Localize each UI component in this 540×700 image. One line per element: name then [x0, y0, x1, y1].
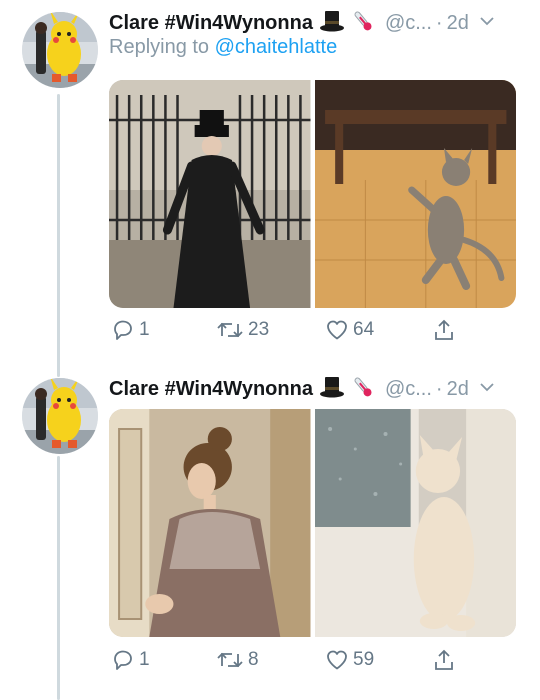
photo-victorian-figure-top-hat — [109, 80, 311, 308]
retweet-icon — [217, 652, 243, 668]
top-hat-icon — [319, 375, 345, 404]
reply-mention-link[interactable]: @chaitehlatte — [215, 36, 338, 58]
media-photo[interactable] — [109, 409, 311, 637]
tweet-actions: 1 8 59 — [109, 648, 529, 678]
retweet-button[interactable]: 23 — [216, 318, 269, 342]
share-button[interactable] — [432, 648, 456, 672]
handle[interactable]: @c... — [385, 12, 432, 35]
avatar-pikachu-costume-image — [22, 12, 98, 88]
retweet-icon — [217, 322, 243, 338]
media-photo[interactable] — [109, 80, 311, 308]
avatar[interactable] — [22, 12, 98, 88]
share-button[interactable] — [432, 318, 456, 342]
share-icon — [435, 649, 453, 670]
avatar[interactable] — [22, 378, 98, 454]
media-photo[interactable] — [314, 80, 516, 308]
retweet-count: 8 — [248, 649, 259, 670]
replying-to-label: Replying to — [109, 36, 215, 58]
media-photo[interactable] — [314, 409, 516, 637]
chevron-down-icon[interactable] — [479, 379, 495, 400]
handle[interactable]: @c... — [385, 378, 432, 401]
reply-count: 1 — [139, 649, 150, 670]
thermometer-icon — [351, 375, 375, 404]
photo-victorian-woman-window — [109, 409, 311, 637]
reply-count: 1 — [139, 319, 150, 340]
heart-icon — [327, 650, 347, 670]
photo-kitten-walking — [314, 80, 516, 308]
photo-kitten-standing-window — [314, 409, 516, 637]
retweet-button[interactable]: 8 — [216, 648, 259, 672]
tweet-header: Clare #Win4Wynonna @c... · 2d — [109, 6, 526, 40]
separator-dot: · — [435, 377, 443, 400]
like-count: 64 — [353, 319, 375, 340]
media-grid — [109, 409, 516, 637]
separator-dot: · — [435, 11, 443, 34]
reply-icon — [114, 650, 132, 670]
tweet[interactable]: Clare #Win4Wynonna @c... · 2d Replying t… — [0, 0, 540, 372]
thermometer-icon — [351, 9, 375, 38]
avatar-pikachu-costume-image — [22, 378, 98, 454]
like-button[interactable]: 59 — [325, 648, 374, 672]
tweet[interactable]: Clare #Win4Wynonna @c... · 2d 1 8 59 — [0, 372, 540, 700]
timestamp[interactable]: 2d — [447, 12, 469, 35]
like-button[interactable]: 64 — [325, 318, 374, 342]
retweet-count: 23 — [248, 319, 270, 340]
reply-button[interactable]: 1 — [111, 648, 150, 672]
like-count: 59 — [353, 649, 375, 670]
top-hat-icon — [319, 9, 345, 38]
reply-icon — [114, 320, 132, 340]
tweet-header: Clare #Win4Wynonna @c... · 2d — [109, 372, 526, 406]
reply-button[interactable]: 1 — [111, 318, 150, 342]
replying-to: Replying to @chaitehlatte — [109, 36, 337, 59]
display-name[interactable]: Clare #Win4Wynonna — [109, 378, 313, 401]
chevron-down-icon[interactable] — [479, 13, 495, 34]
display-name[interactable]: Clare #Win4Wynonna — [109, 12, 313, 35]
tweet-actions: 1 23 64 — [109, 318, 529, 348]
timestamp[interactable]: 2d — [447, 378, 469, 401]
media-grid — [109, 80, 516, 308]
heart-icon — [327, 320, 347, 340]
share-icon — [435, 319, 453, 340]
